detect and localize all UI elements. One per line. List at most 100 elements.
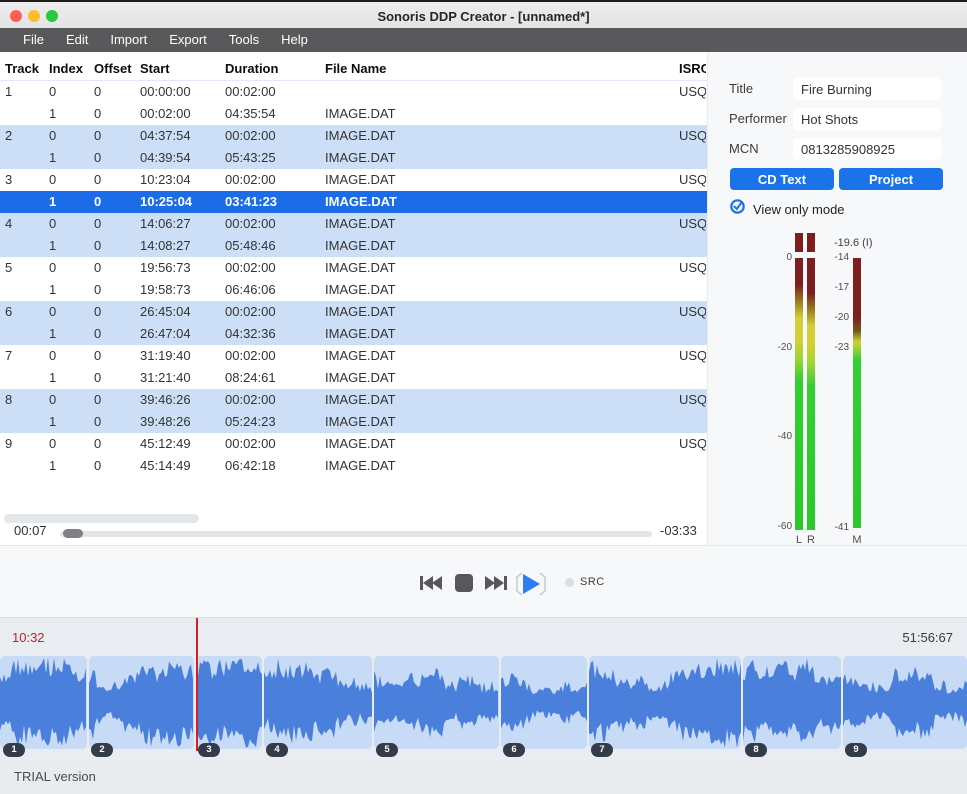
previous-track-button[interactable] (419, 571, 443, 597)
menu-item-file[interactable]: File (12, 28, 55, 52)
cell-track (5, 147, 45, 169)
m-scale-23: -23 (815, 342, 849, 354)
menu-item-export[interactable]: Export (158, 28, 218, 52)
cell-offset: 0 (94, 389, 136, 411)
cell-track: 5 (5, 257, 45, 279)
cell-file: IMAGE.DAT (325, 411, 525, 433)
window-title: Sonoris DDP Creator - [unnamed*] (0, 2, 967, 30)
track-marker-badge-2: 2 (91, 743, 113, 757)
seek-slider-track[interactable] (60, 531, 652, 537)
table-header-row: TrackIndexOffsetStartDurationFile Name IS… (0, 55, 707, 81)
cell-offset: 0 (94, 213, 136, 235)
status-text: TRIAL version (14, 760, 96, 794)
cell-track (5, 367, 45, 389)
cell-offset: 0 (94, 191, 136, 213)
cell-duration: 00:02:00 (225, 81, 321, 103)
menu-item-tools[interactable]: Tools (218, 28, 270, 52)
table-row[interactable]: 1026:47:0404:32:36IMAGE.DAT (0, 323, 707, 345)
cell-file: IMAGE.DAT (325, 257, 525, 279)
waveform-track-5[interactable] (374, 656, 499, 749)
cell-offset: 0 (94, 433, 136, 455)
performer-field[interactable] (793, 108, 942, 130)
table-row[interactable]: 1031:21:4008:24:61IMAGE.DAT (0, 367, 707, 389)
cell-file: IMAGE.DAT (325, 191, 525, 213)
table-body: 10000:00:0000:02:00USQ1000:02:0004:35:54… (0, 81, 707, 477)
table-row[interactable]: 1004:39:5405:43:25IMAGE.DAT (0, 147, 707, 169)
cell-duration: 04:32:36 (225, 323, 321, 345)
table-row[interactable]: 1014:08:2705:48:46IMAGE.DAT (0, 235, 707, 257)
waveform-track-7[interactable] (589, 656, 741, 749)
playhead-line (196, 618, 198, 751)
performer-field-label: Performer (729, 108, 787, 130)
table-row[interactable]: 80039:46:2600:02:00IMAGE.DATUSQ (0, 389, 707, 411)
stop-button[interactable] (452, 571, 476, 597)
seek-slider-thumb[interactable] (63, 529, 83, 538)
column-header-track[interactable]: Track (5, 55, 45, 81)
cell-offset: 0 (94, 125, 136, 147)
waveform-track-6[interactable] (501, 656, 587, 749)
cell-duration: 00:02:00 (225, 433, 321, 455)
cell-offset: 0 (94, 323, 136, 345)
next-track-button[interactable] (484, 571, 508, 597)
mcn-field[interactable] (793, 138, 942, 160)
waveform-track-3[interactable] (196, 656, 262, 749)
lr-scale-60: -60 (758, 521, 792, 533)
cell-duration: 05:24:23 (225, 411, 321, 433)
table-row-selected[interactable]: 1010:25:0403:41:23IMAGE.DAT (0, 191, 707, 213)
table-row[interactable]: 60026:45:0400:02:00IMAGE.DATUSQ (0, 301, 707, 323)
column-header-isrc[interactable]: ISRC (679, 55, 706, 81)
table-row[interactable]: 10000:00:0000:02:00USQ (0, 81, 707, 103)
table-row[interactable]: 90045:12:4900:02:00IMAGE.DATUSQ (0, 433, 707, 455)
table-row[interactable]: 70031:19:4000:02:00IMAGE.DATUSQ (0, 345, 707, 367)
column-header-duration[interactable]: Duration (225, 55, 321, 81)
view-only-mode-checkbox[interactable]: View only mode (730, 201, 845, 217)
table-row[interactable]: 20004:37:5400:02:00IMAGE.DATUSQ (0, 125, 707, 147)
title-field[interactable] (793, 78, 942, 100)
table-row[interactable]: 1045:14:4906:42:18IMAGE.DAT (0, 455, 707, 477)
cell-start: 39:46:26 (140, 389, 222, 411)
cell-index: 0 (49, 257, 91, 279)
menu-item-import[interactable]: Import (99, 28, 158, 52)
src-toggle[interactable]: SRC (565, 576, 605, 588)
column-header-file-name[interactable]: File Name (325, 55, 525, 81)
column-header-start[interactable]: Start (140, 55, 222, 81)
table-row[interactable]: 1000:02:0004:35:54IMAGE.DAT (0, 103, 707, 125)
waveform-track-9[interactable] (843, 656, 967, 749)
menu-item-edit[interactable]: Edit (55, 28, 99, 52)
menu-item-help[interactable]: Help (270, 28, 319, 52)
cell-isrc (679, 235, 706, 257)
table-row[interactable]: 50019:56:7300:02:00IMAGE.DATUSQ (0, 257, 707, 279)
cell-duration: 00:02:00 (225, 169, 321, 191)
cell-isrc: USQ (679, 213, 706, 235)
table-row[interactable]: 1019:58:7306:46:06IMAGE.DAT (0, 279, 707, 301)
cell-file: IMAGE.DAT (325, 169, 525, 191)
right-level-meter (807, 258, 815, 530)
waveform-track-2[interactable] (89, 656, 194, 749)
m-scale-20: -20 (815, 312, 849, 324)
waveform-track-8[interactable] (743, 656, 841, 749)
cell-duration: 06:42:18 (225, 455, 321, 477)
waveform-track-1[interactable] (0, 656, 87, 749)
play-button[interactable] (514, 571, 548, 597)
cell-index: 0 (49, 169, 91, 191)
column-header-index[interactable]: Index (49, 55, 91, 81)
waveform-track-4[interactable] (264, 656, 372, 749)
src-indicator-icon (565, 578, 574, 587)
cell-index: 0 (49, 301, 91, 323)
table-row[interactable]: 30010:23:0400:02:00IMAGE.DATUSQ (0, 169, 707, 191)
cell-offset: 0 (94, 257, 136, 279)
project-button[interactable]: Project (839, 168, 943, 190)
track-marker-badge-5: 5 (376, 743, 398, 757)
cell-index: 1 (49, 323, 91, 345)
loudness-readout: -19.6 (I) (834, 237, 873, 249)
cd-text-button[interactable]: CD Text (730, 168, 834, 190)
table-row[interactable]: 40014:06:2700:02:00IMAGE.DATUSQ (0, 213, 707, 235)
cell-file: IMAGE.DAT (325, 389, 525, 411)
cell-offset: 0 (94, 235, 136, 257)
cell-track: 4 (5, 213, 45, 235)
column-header-offset[interactable]: Offset (94, 55, 136, 81)
cell-track: 3 (5, 169, 45, 191)
table-row[interactable]: 1039:48:2605:24:23IMAGE.DAT (0, 411, 707, 433)
cell-offset: 0 (94, 169, 136, 191)
cell-track (5, 323, 45, 345)
